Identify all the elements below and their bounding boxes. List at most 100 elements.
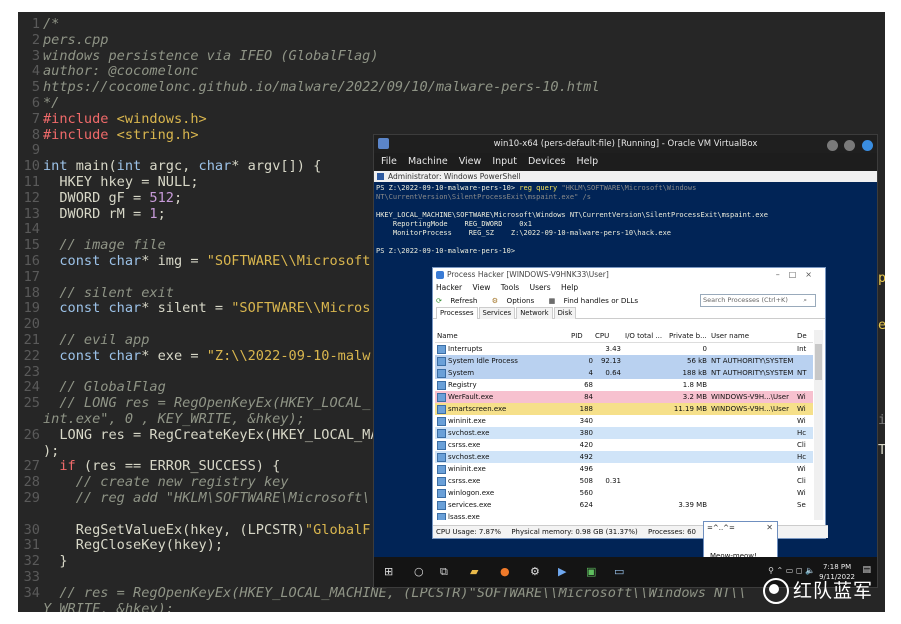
code-line[interactable]: 18 // silent exit: [18, 285, 174, 301]
start-icon[interactable]: ⊞: [384, 565, 393, 578]
code-line[interactable]: 8 #include <string.h>: [18, 127, 199, 143]
code-line[interactable]: [18, 506, 43, 522]
table-row[interactable]: lsass.exe: [435, 511, 813, 520]
task-view-icon[interactable]: ⧉: [440, 565, 448, 579]
virtualbox-window[interactable]: win10-x64 (pers-default-file) [Running] …: [373, 134, 878, 588]
code-line[interactable]: 3 windows persistence via IFEO (GlobalFla…: [18, 48, 379, 64]
minimize-icon[interactable]: [826, 140, 838, 151]
message-box-icon[interactable]: ▭: [614, 565, 624, 578]
code-line[interactable]: 15 // image file: [18, 237, 166, 253]
table-row[interactable]: services.exe 624 3.39 MB Se: [435, 499, 813, 511]
process-hacker-icon[interactable]: ▣: [586, 565, 596, 578]
table-row[interactable]: WerFault.exe 84 3.2 MB WINDOWS-V9H...\User W…: [435, 391, 813, 403]
code-line[interactable]: 7 #include <windows.h>: [18, 111, 207, 127]
process-hacker-window[interactable]: Process Hacker [WINDOWS-V9HNK33\User] –□…: [432, 267, 828, 587]
column-header[interactable]: I/O total ...: [625, 330, 667, 342]
code-line[interactable]: 20: [18, 316, 43, 332]
menu-hacker[interactable]: Hacker: [436, 283, 462, 292]
code-line[interactable]: 1/*: [18, 16, 60, 32]
file-explorer-icon[interactable]: ▰: [470, 565, 478, 578]
powershell-icon[interactable]: ▶: [558, 565, 566, 578]
code-line[interactable]: 10 int main(int argc, char* argv[]) {: [18, 158, 322, 174]
table-row[interactable]: csrss.exe 508 0.31 Cli: [435, 475, 813, 487]
code-line[interactable]: 25 // LONG res = RegOpenKeyEx(HKEY_LOCAL…: [18, 395, 371, 411]
menu-devices[interactable]: Devices: [528, 156, 565, 167]
table-row[interactable]: wininit.exe 340 Wi: [435, 415, 813, 427]
code-line[interactable]: 31 RegCloseKey(hkey);: [18, 537, 223, 553]
powershell-titlebar[interactable]: Administrator: Windows PowerShell: [374, 171, 877, 182]
code-line[interactable]: 4 author: @cocomelonc: [18, 63, 199, 79]
process-hacker-titlebar[interactable]: Process Hacker [WINDOWS-V9HNK33\User] –□…: [433, 268, 825, 282]
window-controls[interactable]: –□×: [776, 268, 821, 282]
column-header[interactable]: User name: [711, 330, 795, 342]
column-header[interactable]: PID: [571, 330, 593, 342]
code-line[interactable]: 23: [18, 364, 43, 380]
options-button[interactable]: ⚙ Options: [492, 296, 540, 305]
code-line[interactable]: 12 DWORD gF = 512;: [18, 190, 183, 206]
menu-machine[interactable]: Machine: [408, 156, 448, 167]
tab-processes[interactable]: Processes: [436, 307, 478, 319]
code-line[interactable]: 2 pers.cpp: [18, 32, 109, 48]
tab-services[interactable]: Services: [478, 307, 516, 319]
code-line[interactable]: 29 // reg add "HKLM\SOFTWARE\Microsoft\: [18, 490, 371, 506]
table-row[interactable]: Registry 68 1.8 MB: [435, 379, 813, 391]
table-row[interactable]: wininit.exe 496 Wi: [435, 463, 813, 475]
virtualbox-titlebar[interactable]: win10-x64 (pers-default-file) [Running] …: [374, 135, 877, 153]
code-line[interactable]: 30 RegSetValueEx(hkey, (LPCSTR)"GlobalF: [18, 522, 371, 538]
table-row[interactable]: winlogon.exe 560 Wi: [435, 487, 813, 499]
menu-file[interactable]: File: [381, 156, 397, 167]
menu-input[interactable]: Input: [492, 156, 517, 167]
system-tray[interactable]: ⚲ ⌃ ▭ ◻ 🔈: [768, 566, 815, 575]
table-row[interactable]: Interrupts 3.43 0 Int: [435, 343, 813, 355]
table-row[interactable]: System Idle Process 0 92.13 56 kB NT AUTHORI…: [435, 355, 813, 367]
refresh-button[interactable]: ⟳ Refresh: [436, 296, 483, 305]
close-icon[interactable]: ✕: [766, 522, 773, 534]
column-header[interactable]: De: [797, 330, 813, 342]
table-row[interactable]: smartscreen.exe 188 11.19 MB WINDOWS-V9H...…: [435, 403, 813, 415]
menu-users[interactable]: Users: [530, 283, 551, 292]
process-table[interactable]: Name PID CPU I/O total ... Private b... User …: [435, 330, 813, 520]
tab-disk[interactable]: Disk: [553, 307, 577, 319]
tab-network[interactable]: Network: [516, 307, 553, 319]
close-icon[interactable]: [862, 140, 873, 151]
search-processes-input[interactable]: Search Processes (Ctrl+K) ⌕: [700, 294, 816, 307]
menu-view[interactable]: View: [459, 156, 482, 167]
code-line[interactable]: 24 // GlobalFlag: [18, 379, 166, 395]
firefox-icon[interactable]: ●: [500, 565, 510, 578]
code-line[interactable]: 21 // evil app: [18, 332, 150, 348]
code-line[interactable]: 28 // create new registry key: [18, 474, 289, 490]
column-header[interactable]: Private b...: [669, 330, 707, 342]
code-line[interactable]: 9: [18, 142, 43, 158]
scrollbar-thumb[interactable]: [815, 344, 822, 380]
code-line[interactable]: 13 DWORD rM = 1;: [18, 206, 166, 222]
menu-view[interactable]: View: [473, 283, 491, 292]
find-handles-button[interactable]: ▦ Find handles or DLLs: [549, 296, 645, 305]
code-line[interactable]: 33: [18, 569, 43, 585]
powershell-console[interactable]: PS Z:\2022-09-10-malware-pers-10> reg qu…: [374, 182, 877, 258]
menu-help[interactable]: Help: [561, 283, 578, 292]
column-header[interactable]: CPU: [595, 330, 621, 342]
code-line[interactable]: 5 https://cocomelonc.github.io/malware/20…: [18, 79, 600, 95]
code-line[interactable]: 26 LONG res = RegCreateKeyEx(HKEY_LOCAL_…: [18, 427, 379, 443]
menu-tools[interactable]: Tools: [501, 283, 519, 292]
code-line[interactable]: 6 */: [18, 95, 60, 111]
code-line[interactable]: 16 const char* img = "SOFTWARE\\Microsof…: [18, 253, 371, 269]
search-icon[interactable]: ○: [414, 565, 424, 578]
code-line[interactable]: Y_WRITE, &hkey);: [18, 601, 174, 612]
menu-help[interactable]: Help: [576, 156, 598, 167]
table-row[interactable]: csrss.exe 420 Cli: [435, 439, 813, 451]
code-line[interactable]: 32 }: [18, 553, 68, 569]
table-row[interactable]: System 4 0.64 188 kB NT AUTHORITY\SYSTEM NT: [435, 367, 813, 379]
settings-icon[interactable]: ⚙: [530, 565, 540, 578]
scrollbar[interactable]: [814, 330, 823, 520]
guest-screen[interactable]: Administrator: Windows PowerShell PS Z:\…: [374, 171, 877, 587]
code-line[interactable]: );: [18, 443, 59, 459]
code-line[interactable]: 17: [18, 269, 43, 285]
maximize-icon[interactable]: [844, 140, 856, 151]
code-line[interactable]: 19 const char* silent = "SOFTWARE\\Micro…: [18, 300, 371, 316]
table-row[interactable]: svchost.exe 380 Hc: [435, 427, 813, 439]
code-line[interactable]: 14: [18, 221, 43, 237]
notification-icon[interactable]: ▤: [862, 565, 871, 575]
message-box-title[interactable]: =^..^= ✕: [704, 522, 777, 534]
code-line[interactable]: 11 HKEY hkey = NULL;: [18, 174, 199, 190]
